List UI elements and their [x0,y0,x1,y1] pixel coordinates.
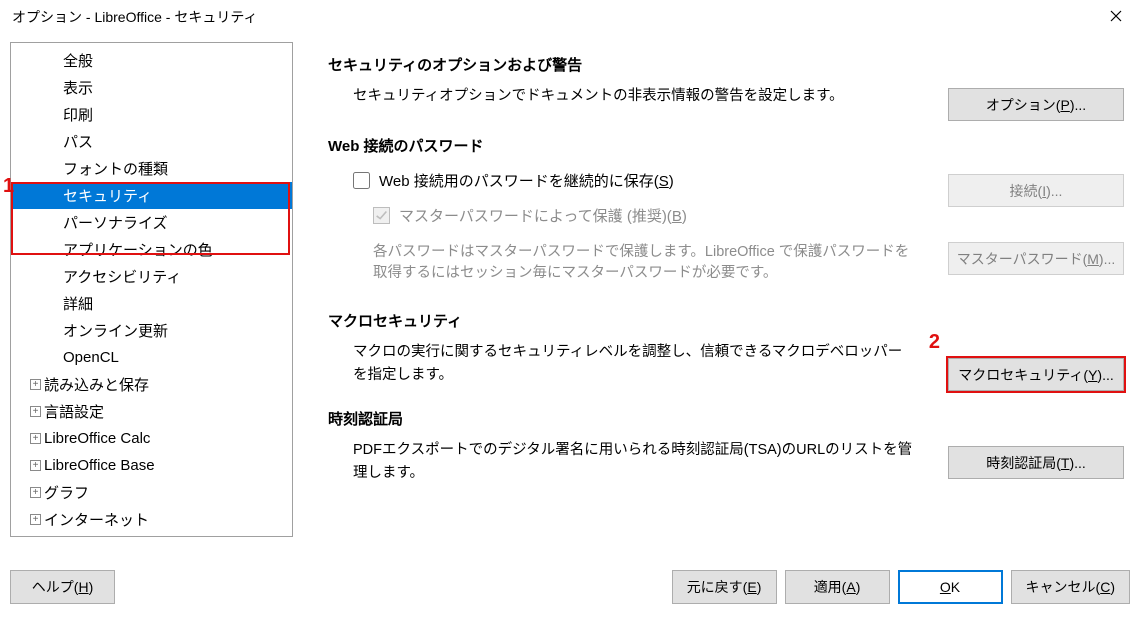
annotation-label-1: 1 [3,175,14,198]
tree-item-17[interactable]: インターネット [11,506,292,533]
tree-item-label: インターネット [44,509,149,530]
tree-item-label: オンライン更新 [63,320,168,341]
checkbox-label-master-password: マスターパスワードによって保護 (推奨)(B) [399,205,687,226]
tree-item-4[interactable]: フォントの種類 [11,155,292,182]
tree-item-label: 読み込みと保存 [44,374,149,395]
tree-item-16[interactable]: グラフ [11,479,292,506]
tree-item-label: セキュリティ [63,185,152,206]
tree-item-label: 印刷 [63,104,93,125]
section-title-tsa: 時刻認証局 [328,408,1130,429]
tree-item-2[interactable]: 印刷 [11,101,292,128]
tree-item-9[interactable]: 詳細 [11,290,292,317]
tree-item-label: グラフ [44,482,89,503]
tree-item-3[interactable]: パス [11,128,292,155]
tree-item-8[interactable]: アクセシビリティ [11,263,292,290]
revert-button[interactable]: 元に戻す(E) [672,570,777,604]
checkbox-save-web-passwords[interactable] [353,172,370,189]
tree-item-label: パス [63,131,93,152]
tree-item-label: LibreOffice Calc [44,430,150,447]
expander-icon[interactable] [30,514,41,525]
tree-item-11[interactable]: OpenCL [11,344,292,371]
tree-item-1[interactable]: 表示 [11,74,292,101]
close-icon [1110,9,1122,25]
tree-item-label: OpenCL [63,349,119,366]
tree-item-label: 全般 [63,50,93,71]
options-button-pre: オプション( [986,95,1061,115]
checkbox-label-save-web-passwords: Web 接続用のパスワードを継続的に保存(S) [379,170,674,191]
expander-icon[interactable] [30,433,41,444]
tree-item-5[interactable]: セキュリティ [11,182,292,209]
checkbox-row-master-password: マスターパスワードによって保護 (推奨)(B) [373,205,1130,226]
expander-icon[interactable] [30,460,41,471]
tree-item-label: 言語設定 [44,401,104,422]
options-button-post: )... [1070,97,1086,113]
content-panel: セキュリティのオプションおよび警告 セキュリティオプションでドキュメントの非表示… [293,42,1130,564]
tree-item-label: アクセシビリティ [63,266,181,287]
section-title-web-passwords: Web 接続のパスワード [328,135,1130,156]
close-button[interactable] [1096,2,1136,32]
expander-icon[interactable] [30,487,41,498]
cancel-button[interactable]: キャンセル(C) [1011,570,1130,604]
tree-item-10[interactable]: オンライン更新 [11,317,292,344]
options-button[interactable]: オプション(P)... [948,88,1124,121]
section-body-tsa: PDFエクスポートでのデジタル署名に用いられる時刻認証局(TSA)のURLのリス… [353,439,913,484]
main-area: 全般表示印刷パスフォントの種類セキュリティパーソナライズアプリケーションの色アク… [0,34,1140,564]
help-button[interactable]: ヘルプ(H) [10,570,115,604]
master-password-button: マスターパスワード(M)... [948,242,1124,275]
tree-item-0[interactable]: 全般 [11,47,292,74]
tsa-button[interactable]: 時刻認証局(T)... [948,446,1124,479]
section-title-macro-security: マクロセキュリティ [328,310,1130,331]
checkbox-master-password [373,207,390,224]
annotation-label-2: 2 [929,331,940,354]
tree-item-7[interactable]: アプリケーションの色 [11,236,292,263]
macro-security-button[interactable]: マクロセキュリティ(Y)... [948,358,1124,391]
options-button-key: P [1060,97,1069,113]
tree-item-6[interactable]: パーソナライズ [11,209,292,236]
master-password-note: 各パスワードはマスターパスワードで保護します。LibreOffice で保護パス… [373,240,913,282]
section-body-macro-security: マクロの実行に関するセキュリティレベルを調整し、信頼できるマクロデベロッパーを指… [353,341,913,386]
tree-item-14[interactable]: LibreOffice Calc [11,425,292,452]
expander-icon[interactable] [30,406,41,417]
tree-item-label: パーソナライズ [63,212,168,233]
options-tree: 全般表示印刷パスフォントの種類セキュリティパーソナライズアプリケーションの色アク… [10,42,293,537]
expander-icon[interactable] [30,379,41,390]
tree-scroll[interactable]: 全般表示印刷パスフォントの種類セキュリティパーソナライズアプリケーションの色アク… [11,43,292,536]
tree-item-15[interactable]: LibreOffice Base [11,452,292,479]
connections-button: 接続(I)... [948,174,1124,207]
apply-button[interactable]: 適用(A) [785,570,890,604]
tree-item-12[interactable]: 読み込みと保存 [11,371,292,398]
dialog-footer: ヘルプ(H) 元に戻す(E) 適用(A) OK キャンセル(C) [0,562,1140,612]
window-title: オプション - LibreOffice - セキュリティ [12,7,258,27]
title-bar: オプション - LibreOffice - セキュリティ [0,0,1140,34]
tree-item-label: アプリケーションの色 [63,239,213,260]
section-title-security-options: セキュリティのオプションおよび警告 [328,54,1130,75]
tree-item-label: 表示 [63,77,93,98]
tree-item-13[interactable]: 言語設定 [11,398,292,425]
tree-container: 全般表示印刷パスフォントの種類セキュリティパーソナライズアプリケーションの色アク… [10,42,293,564]
tree-item-label: 詳細 [63,293,93,314]
ok-button[interactable]: OK [898,570,1003,604]
tree-item-label: フォントの種類 [63,158,168,179]
tree-item-label: LibreOffice Base [44,457,155,474]
section-body-security-options: セキュリティオプションでドキュメントの非表示情報の警告を設定します。 [353,85,913,107]
